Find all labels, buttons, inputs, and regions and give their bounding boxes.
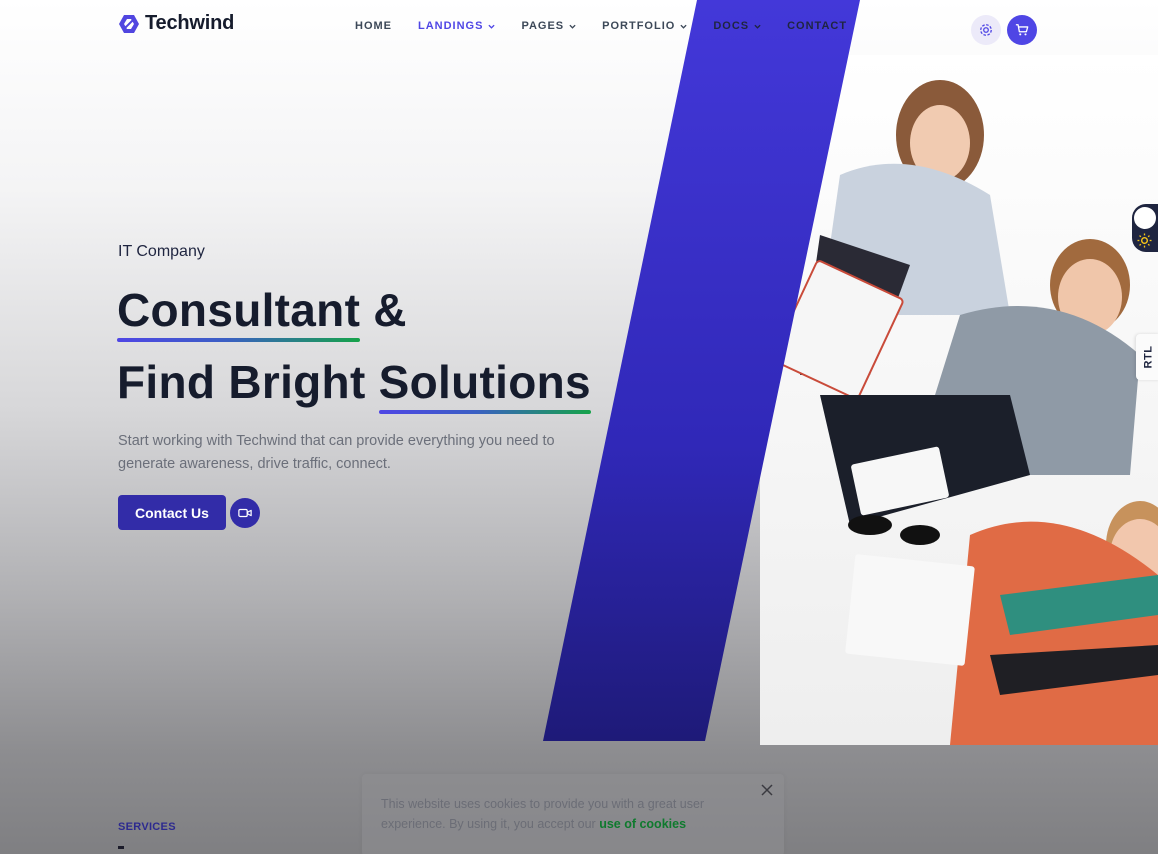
logo-icon (119, 14, 139, 33)
hero-actions: Contact Us (118, 495, 260, 530)
video-camera-icon (238, 508, 252, 517)
nav-item-label: LANDINGS (418, 20, 484, 32)
nav-item-label: CONTACT (787, 20, 848, 32)
cart-icon (1015, 24, 1029, 36)
headline-highlight: Solutions (378, 346, 592, 418)
cookie-banner: This website uses cookies to provide you… (362, 774, 784, 854)
contact-us-button[interactable]: Contact Us (118, 495, 226, 530)
rtl-toggle[interactable]: RTL (1136, 334, 1158, 380)
play-video-button[interactable] (229, 497, 260, 528)
close-icon[interactable] (760, 783, 774, 797)
hero-eyebrow: IT Company (118, 243, 205, 260)
nav-item-label: PAGES (521, 20, 565, 32)
nav-item-docs[interactable]: DOCS (713, 20, 761, 32)
nav-actions (971, 15, 1037, 45)
settings-icon (980, 24, 992, 36)
rtl-label: RTL (1141, 345, 1154, 369)
section-heading-fragment (118, 846, 124, 849)
cookie-message: This website uses cookies to provide you… (381, 794, 751, 834)
nav-item-label: HOME (355, 20, 392, 32)
headline-text: & (360, 284, 407, 336)
cookie-policy-link[interactable]: use of cookies (599, 817, 686, 831)
chevron-down-icon (569, 24, 576, 29)
top-navbar: Techwind HOME LANDINGS PAGES PORTFOLIO D… (0, 0, 1158, 60)
nav-item-label: PORTFOLIO (602, 20, 676, 32)
nav-item-contact[interactable]: CONTACT (787, 20, 847, 32)
brand-logo[interactable]: Techwind (118, 12, 234, 35)
headline-text: Find Bright (117, 356, 379, 408)
brand-name: Techwind (145, 12, 235, 34)
settings-button[interactable] (971, 15, 1001, 45)
nav-item-landings[interactable]: LANDINGS (418, 20, 496, 32)
chevron-down-icon (488, 24, 496, 29)
cart-button[interactable] (1007, 15, 1037, 45)
nav-item-home[interactable]: HOME (355, 20, 392, 32)
services-label: SERVICES (118, 821, 176, 833)
dark-mode-toggle[interactable] (1132, 204, 1158, 252)
sun-icon (1137, 233, 1152, 248)
headline-line-1: Consultant & (117, 274, 591, 346)
chevron-down-icon (680, 24, 687, 29)
chevron-down-icon (754, 24, 761, 29)
hero-team-photo (760, 55, 1158, 745)
nav-item-pages[interactable]: PAGES (521, 20, 576, 32)
nav-item-portfolio[interactable]: PORTFOLIO (602, 20, 687, 32)
headline-highlight: Consultant (117, 274, 361, 346)
headline-line-2: Find Bright Solutions (117, 346, 592, 418)
hero-description: Start working with Techwind that can pro… (118, 433, 555, 472)
toggle-knob (1134, 207, 1156, 229)
nav-item-label: DOCS (713, 20, 750, 32)
hero-headline: Consultant & Find Bright Solutions (117, 274, 592, 418)
main-menu: HOME LANDINGS PAGES PORTFOLIO DOCS CONTA… (355, 20, 873, 32)
